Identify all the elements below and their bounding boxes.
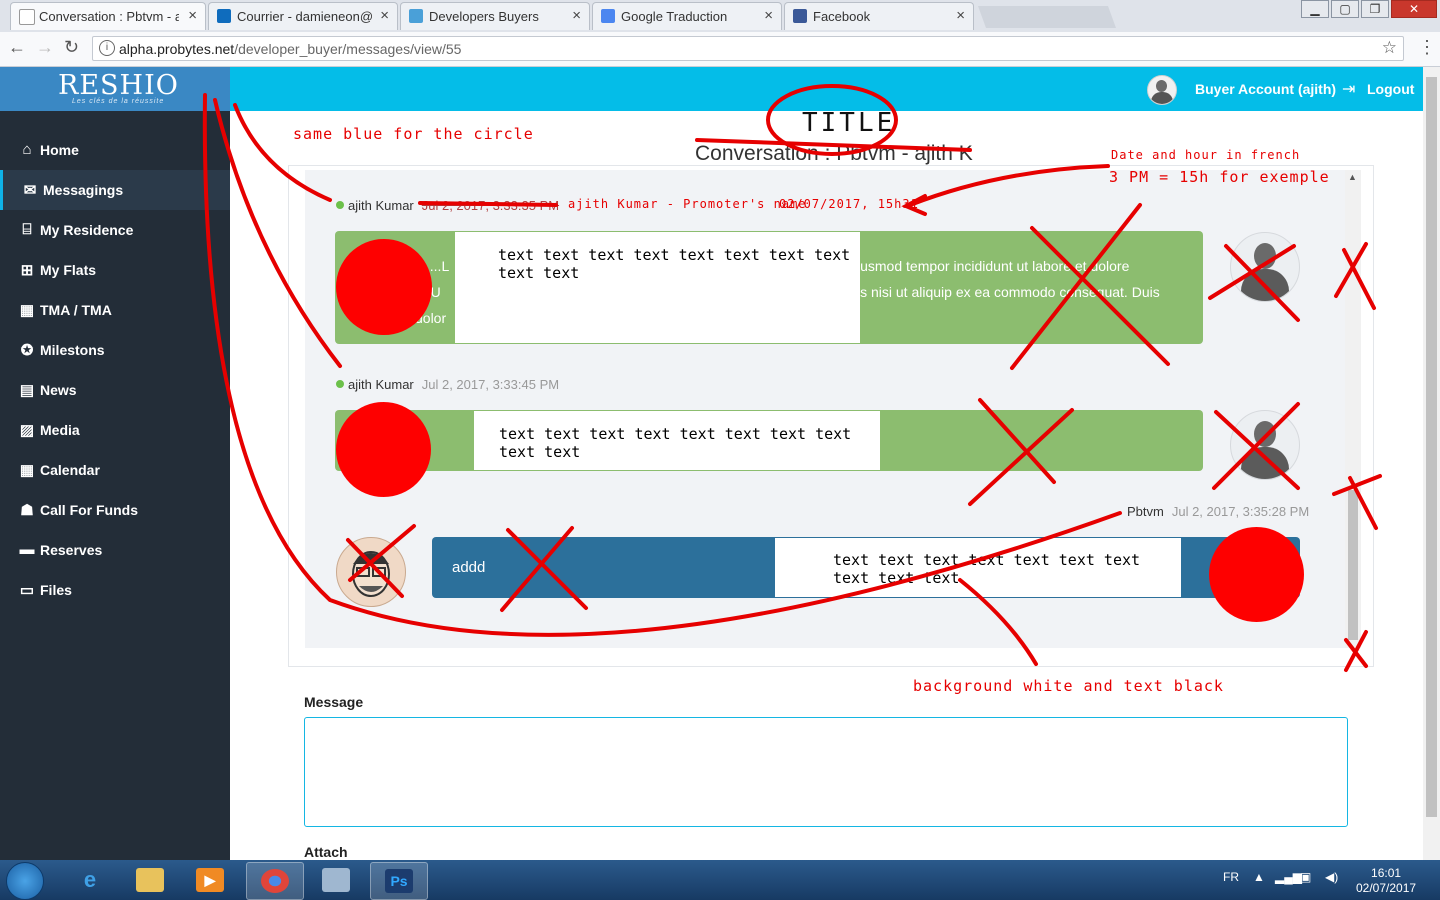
taskbar-explorer[interactable] [122, 862, 178, 898]
taskbar-photos[interactable] [308, 862, 364, 898]
annotation-strokes [202, 84, 1382, 672]
start-button[interactable] [6, 862, 44, 900]
clock-date: 02/07/2017 [1356, 881, 1417, 895]
taskbar-photoshop[interactable]: Ps [370, 862, 428, 900]
clock-time: 16:01 [1371, 866, 1402, 880]
annotation-cross [968, 398, 1074, 506]
signal-icon[interactable]: ▂▄▆ [1275, 870, 1302, 884]
annotation-cross [1010, 203, 1170, 370]
annotation-arrow [958, 578, 1038, 666]
media-player-icon: ▶ [196, 868, 224, 892]
annotation-cross [346, 524, 416, 598]
taskbar-media[interactable]: ▶ [182, 862, 238, 898]
annotation-strike-line [418, 201, 558, 207]
annotation-cross [1334, 242, 1376, 310]
annotation-arrow [908, 164, 1110, 207]
volume-icon[interactable]: ◀) [1325, 870, 1338, 884]
taskbar-chrome[interactable] [246, 862, 304, 900]
annotation-cross [1332, 474, 1382, 530]
network-icon[interactable]: ▣ [1300, 870, 1311, 884]
annotation-cross [1212, 402, 1300, 490]
annotation-strike-line [695, 138, 972, 152]
folder-icon [136, 868, 164, 892]
annotation-arrow [233, 103, 332, 202]
language-indicator[interactable]: FR [1223, 870, 1239, 884]
tray-arrow-icon[interactable]: ▲ [1253, 870, 1265, 884]
clock[interactable]: 16:01 02/07/2017 [1356, 866, 1416, 896]
annotation-cross [500, 526, 588, 612]
annotation-arrow [202, 93, 1122, 637]
photoshop-icon: Ps [385, 869, 413, 893]
chrome-icon [261, 869, 289, 893]
annotation-cross [1344, 630, 1368, 672]
annotation-cross [1208, 244, 1300, 322]
photo-viewer-icon [322, 868, 350, 892]
taskbar-ie[interactable]: e [62, 862, 118, 898]
ie-icon: e [83, 867, 97, 892]
annotation-arrow [213, 98, 342, 368]
